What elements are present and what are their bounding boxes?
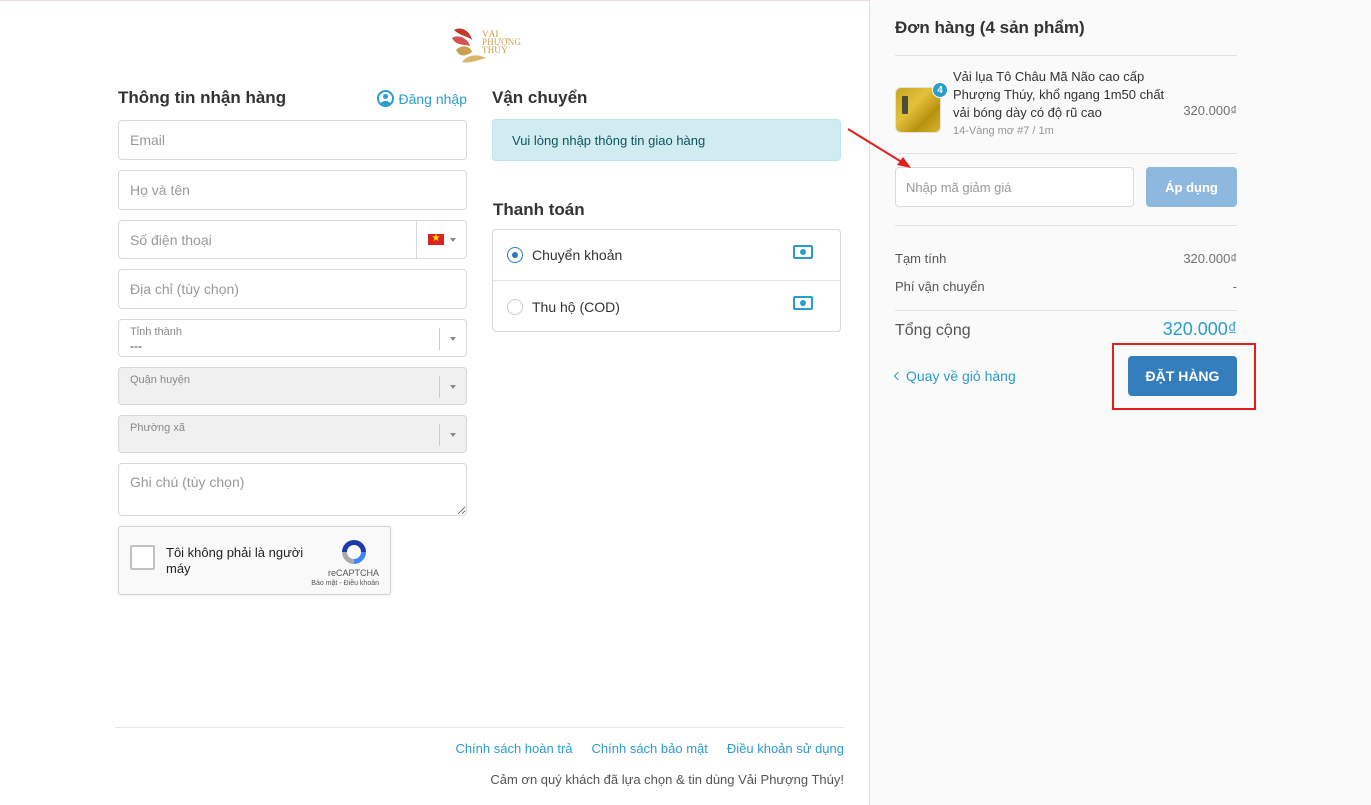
annotation-arrow-icon [847,128,911,168]
ward-select[interactable]: Phường xã [118,415,467,453]
banknote-icon [793,245,813,259]
apply-coupon-button[interactable]: Áp dụng [1146,167,1237,207]
recaptcha-logo-icon [342,540,366,564]
total-row: Tổng cộng 320.000₫ [895,319,1237,340]
phone-field[interactable] [118,220,467,259]
divider [895,55,1237,56]
coupon-field[interactable] [895,167,1134,207]
recaptcha-terms[interactable]: Bảo mật - Điều khoản [311,580,379,587]
recaptcha-brand: reCAPTCHA [327,568,379,578]
shipping-title: Vận chuyển [492,88,588,107]
shipping-payment-section: Vận chuyển Vui lòng nhập thông tin giao … [492,88,841,332]
logo-text: Vải Phượng Thủy [482,29,522,55]
email-field[interactable] [118,120,467,160]
login-link[interactable]: Đăng nhập [377,90,467,107]
select-divider [439,376,440,398]
checkout-main: Vải Phượng Thủy Thông tin nhận hàng Đăng… [0,0,870,805]
payment-option-label: Chuyển khoản [532,247,623,263]
province-label: Tỉnh thành [130,326,182,338]
district-label: Quận huyện [130,374,190,386]
payment-option-cod[interactable]: Thu hộ (COD) [493,281,840,332]
select-divider [439,424,440,446]
divider [895,310,1237,311]
recaptcha-widget: Tôi không phải là người máy reCAPTCHA Bả… [118,526,391,595]
footer-divider [115,727,844,728]
payment-option-bank-transfer[interactable]: Chuyển khoản [493,230,840,281]
phone-input[interactable] [119,221,417,258]
product-price: 320.000₫ [1183,103,1237,118]
divider [895,153,1237,154]
name-input[interactable] [119,171,466,209]
radio-unselected[interactable] [507,298,523,315]
radio-selected[interactable] [507,247,523,263]
brand-logo[interactable]: Vải Phượng Thủy [448,24,530,68]
privacy-policy-link[interactable]: Chính sách bảo mật [592,741,708,756]
refund-policy-link[interactable]: Chính sách hoàn trả [455,741,572,756]
total-value: 320.000₫ [1162,319,1237,339]
user-icon [377,90,395,107]
footer-links: Chính sách hoàn trả Chính sách bảo mật Đ… [455,741,844,756]
shipping-fee-value: - [1232,279,1237,294]
product-name: Vải lụa Tô Châu Mã Não cao cấp Phượng Th… [953,69,1165,120]
shipping-fee-row: Phí vận chuyển - [895,279,1237,294]
annotation-highlight-box [1112,343,1256,410]
recaptcha-checkbox[interactable] [130,545,155,570]
note-textarea[interactable] [119,464,466,515]
select-divider [439,328,440,350]
shipping-notice: Vui lòng nhập thông tin giao hàng [492,119,841,161]
subtotal-row: Tạm tính 320.000₫ [895,251,1237,266]
coupon-input[interactable] [896,168,1133,206]
product-variant: 14-Vàng mơ #7 / 1m [953,125,1054,137]
payment-option-label: Thu hộ (COD) [532,298,620,315]
country-code-select[interactable] [416,221,466,258]
name-field[interactable] [118,170,467,210]
address-input[interactable] [119,270,466,308]
vietnam-flag-icon [427,232,444,245]
back-to-cart-link[interactable]: Quay về giỏ hàng [893,368,1016,384]
order-title: Đơn hàng (4 sản phẩm) [895,18,1085,37]
note-field[interactable] [118,463,467,516]
province-select[interactable]: Tỉnh thành --- [118,319,467,357]
province-value: --- [130,339,142,353]
ward-label: Phường xã [130,422,185,434]
shipping-info-section: Thông tin nhận hàng Đăng nhập Tỉnh thành… [118,88,467,595]
payment-title: Thanh toán [493,200,585,219]
subtotal-label: Tạm tính [895,251,947,266]
terms-link[interactable]: Điều khoản sử dụng [727,741,844,756]
chevron-down-icon [450,433,456,437]
subtotal-value: 320.000₫ [1183,251,1237,266]
back-to-cart-label: Quay về giỏ hàng [906,368,1016,384]
divider [895,225,1237,226]
product-quantity-badge: 4 [932,82,948,98]
payment-methods: Chuyển khoản Thu hộ (COD) [492,229,841,332]
footer-thanks: Cảm ơn quý khách đã lựa chọn & tin dùng … [490,772,844,787]
shipping-fee-label: Phí vận chuyển [895,279,985,294]
chevron-down-icon [450,337,456,341]
district-select[interactable]: Quận huyện [118,367,467,405]
chevron-left-icon [893,371,903,381]
chevron-down-icon [449,237,456,242]
login-label: Đăng nhập [398,90,467,107]
chevron-down-icon [450,385,456,389]
total-label: Tổng cộng [895,322,971,339]
email-input[interactable] [119,121,466,159]
recaptcha-label: Tôi không phải là người máy [166,545,304,576]
banknote-icon [793,296,813,310]
address-field[interactable] [118,269,467,309]
